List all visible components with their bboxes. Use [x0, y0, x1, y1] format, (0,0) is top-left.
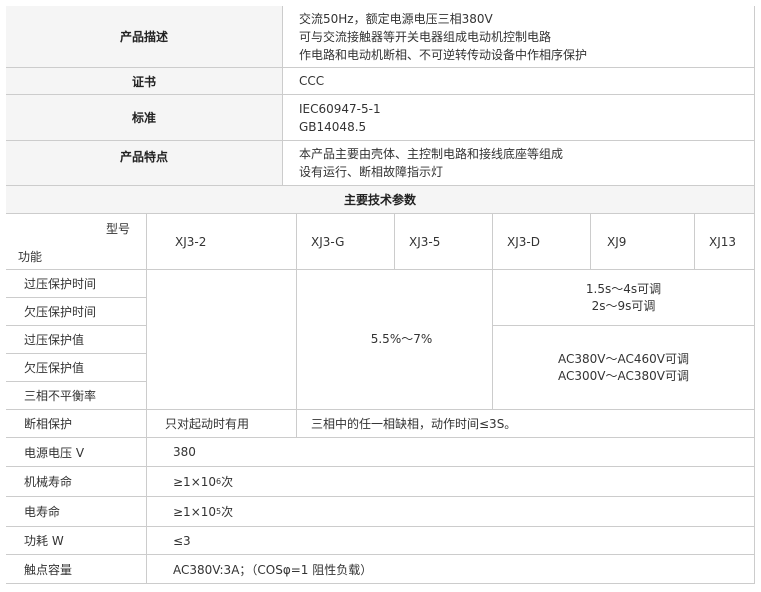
feat-value: 本产品主要由壳体、主控制电路和接线底座等组成 设有运行、断相故障指示灯	[283, 141, 755, 186]
imbalance-text: 5.5%～7%	[370, 332, 433, 346]
cert-text: CCC	[299, 74, 325, 88]
desc-label: 产品描述	[6, 6, 283, 68]
time-line: 2s～9s可调	[591, 298, 656, 313]
desc-value: 交流50Hz，额定电源电压三相380V 可与交流接触器等开关电器组成电动机控制电…	[283, 6, 755, 68]
electrical-life-value: ≥1×10 5 次	[147, 497, 755, 527]
model-cell: XJ3-2	[147, 214, 297, 270]
time-line: 1.5s～4s可调	[585, 281, 662, 296]
phase-protection-a: 只对起动时有用	[147, 410, 297, 438]
feat-line: 本产品主要由壳体、主控制电路和接线底座等组成	[299, 147, 564, 161]
model-function-header: 型号 功能	[6, 214, 147, 270]
volt-line: AC380V～AC460V可调	[558, 351, 689, 366]
std-value: IEC60947-5-1 GB14048.5	[283, 95, 755, 141]
row-label: 机械寿命	[6, 467, 147, 497]
row-label: 功耗 W	[6, 527, 147, 555]
row-label: 电源电压 V	[6, 438, 147, 467]
supply-voltage-value: 380	[147, 438, 755, 467]
params-title: 主要技术参数	[6, 186, 755, 214]
feat-line: 设有运行、断相故障指示灯	[299, 165, 444, 179]
std-line: GB14048.5	[299, 119, 367, 134]
row-label: 电寿命	[6, 497, 147, 527]
desc-line: 交流50Hz，额定电源电压三相380V	[299, 11, 493, 26]
desc-line: 可与交流接触器等开关电器组成电动机控制电路	[299, 29, 552, 44]
xj3-2-empty-cell	[147, 270, 297, 410]
model-cell: XJ3-D	[493, 214, 591, 270]
std-line: IEC60947-5-1	[299, 101, 381, 116]
imbalance-value: 5.5%～7%	[297, 270, 493, 410]
model-cell: XJ3-G	[297, 214, 395, 270]
function-header-label: 功能	[18, 250, 43, 264]
power-value: ≤3	[147, 527, 755, 555]
row-label: 过压保护时间	[6, 270, 147, 298]
row-label: 欠压保护时间	[6, 298, 147, 326]
model-cell: XJ13	[695, 214, 755, 270]
row-label: 欠压保护值	[6, 354, 147, 382]
cert-label: 证书	[6, 68, 283, 95]
std-label: 标准	[6, 95, 283, 141]
phase-protection-b: 三相中的任一相缺相，动作时间≤3S。	[297, 410, 755, 438]
desc-line: 作电路和电动机断相、不可逆转传动设备中作相序保护	[299, 47, 588, 62]
contact-capacity-value: AC380V:3A；（COSφ=1 阻性负载）	[147, 555, 755, 584]
feat-label: 产品特点	[6, 141, 283, 186]
mech-base: ≥1×10	[173, 474, 217, 489]
model-cell: XJ9	[591, 214, 695, 270]
row-label: 断相保护	[6, 410, 147, 438]
volt-line: AC300V～AC380V可调	[558, 368, 689, 383]
protection-voltage-value: AC380V～AC460V可调 AC300V～AC380V可调	[493, 326, 755, 410]
protection-time-value: 1.5s～4s可调 2s～9s可调	[493, 270, 755, 326]
model-header-label: 型号	[105, 222, 130, 236]
row-label: 三相不平衡率	[6, 382, 147, 410]
mech-unit: 次	[221, 475, 234, 489]
row-label: 触点容量	[6, 555, 147, 584]
cert-value: CCC	[283, 68, 755, 95]
elec-base: ≥1×10	[173, 504, 217, 519]
elec-unit: 次	[221, 505, 234, 519]
mechanical-life-value: ≥1×10 6 次	[147, 467, 755, 497]
model-cell: XJ3-5	[395, 214, 493, 270]
row-label: 过压保护值	[6, 326, 147, 354]
